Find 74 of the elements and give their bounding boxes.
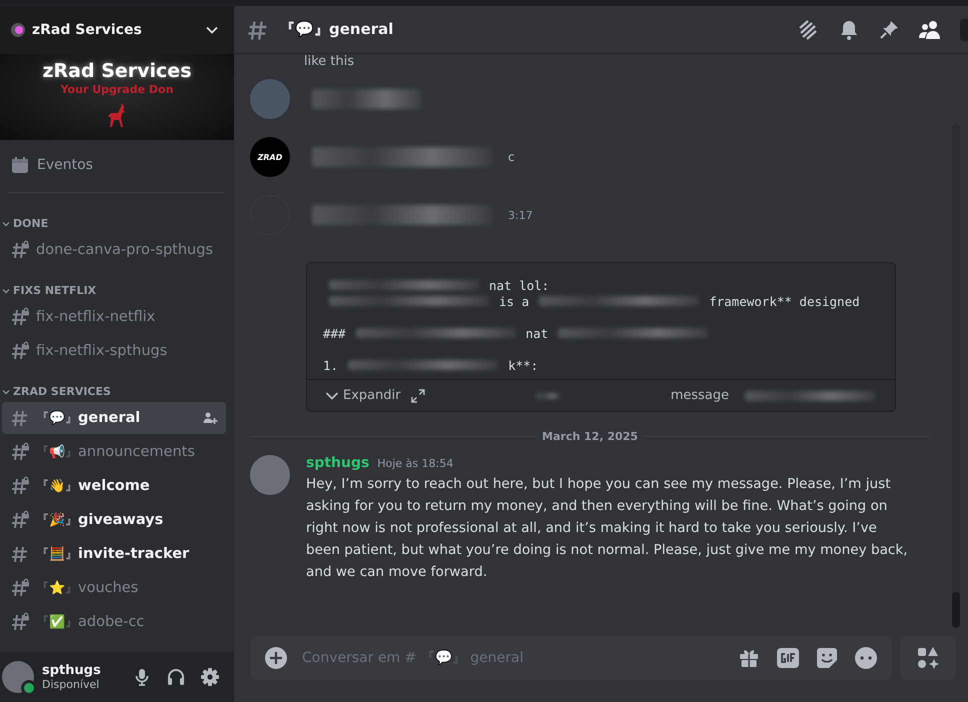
chevron-down-icon bbox=[206, 26, 218, 34]
channel-item[interactable]: 『⭐』vouches bbox=[2, 572, 226, 604]
members-icon[interactable] bbox=[918, 18, 942, 40]
banner-title: zRad Services bbox=[42, 60, 192, 82]
channel-item[interactable]: 『💬』general bbox=[2, 402, 226, 434]
date-divider: March 12, 2025 bbox=[542, 430, 638, 443]
bell-icon[interactable] bbox=[838, 18, 860, 40]
locked-hash-icon bbox=[10, 612, 30, 632]
code-text: nat bbox=[526, 326, 548, 340]
channel-item[interactable]: 『🧮』invite-tracker bbox=[2, 538, 226, 570]
category-header[interactable]: DONE bbox=[0, 201, 234, 234]
channel-item[interactable]: 『✅』adobe-cc bbox=[2, 606, 226, 638]
blurred-content bbox=[536, 392, 560, 398]
channel-title: 『💬』general bbox=[280, 20, 394, 39]
add-member-icon[interactable] bbox=[202, 410, 218, 426]
username: spthugs bbox=[42, 663, 102, 678]
hash-icon bbox=[10, 544, 30, 564]
code-text: k**: bbox=[508, 358, 538, 372]
message-text: Hey, I’m sorry to reach out here, but I hope you can see my message. Please, I’m just asking for you to return my money, and then everything will be fine. What’s going on right now is not professional at all, and it’s making it hard to take you seriously. I’ve been patient, but what you’re doing is not normal. Please, just give me my money back, and we can move forward. bbox=[306, 475, 908, 582]
user-avatar[interactable] bbox=[2, 661, 34, 693]
avatar[interactable] bbox=[250, 455, 290, 495]
message-text: like this bbox=[304, 54, 354, 69]
sticker-icon[interactable] bbox=[816, 647, 838, 669]
code-text: ### bbox=[323, 326, 346, 340]
message-composer[interactable]: Conversar em # 『💬』 general bbox=[250, 636, 892, 680]
channel-item[interactable]: fix-netflix-netflix bbox=[2, 301, 226, 333]
server-icon bbox=[10, 22, 26, 38]
locked-hash-icon bbox=[10, 307, 30, 327]
channel-item[interactable]: done-canva-pro-spthugs bbox=[2, 234, 226, 266]
locked-hash-icon bbox=[10, 510, 30, 530]
logo-text: ZRAD bbox=[258, 152, 282, 162]
server-header[interactable]: zRad Services bbox=[0, 6, 234, 54]
channel-item[interactable]: 『👋』welcome bbox=[2, 470, 226, 502]
user-status: Disponível bbox=[42, 678, 100, 691]
category-header[interactable]: ZRAD SERVICES bbox=[0, 369, 234, 402]
timestamp: Hoje às 18:54 bbox=[377, 457, 454, 470]
chevron-icon bbox=[2, 220, 10, 228]
emoji-icon[interactable] bbox=[854, 646, 878, 670]
logo-avatar[interactable]: ZRAD bbox=[250, 137, 290, 177]
gif-icon[interactable] bbox=[776, 647, 800, 669]
events-item[interactable]: Eventos bbox=[8, 150, 226, 180]
author-name[interactable]: spthugs bbox=[306, 455, 370, 471]
category-header[interactable]: FIXS NETFLIX bbox=[0, 268, 234, 301]
apps-button[interactable] bbox=[900, 636, 956, 680]
code-text: nat lol: bbox=[489, 278, 550, 292]
scrollbar-thumb[interactable] bbox=[952, 592, 960, 628]
channel-item[interactable]: fix-netflix-spthugs bbox=[2, 335, 226, 367]
plus-icon[interactable] bbox=[264, 646, 288, 670]
locked-hash-icon bbox=[10, 240, 30, 260]
pin-icon[interactable] bbox=[878, 18, 900, 40]
message-text: c bbox=[508, 150, 515, 164]
headphones-icon[interactable] bbox=[166, 667, 186, 687]
calendar-icon bbox=[11, 156, 29, 174]
expand-button[interactable]: Expandir bbox=[325, 388, 401, 403]
chevron-icon bbox=[2, 388, 10, 396]
message-input[interactable]: Conversar em # 『💬』 general bbox=[302, 645, 724, 671]
settings-icon[interactable] bbox=[200, 667, 220, 687]
fullscreen-icon[interactable] bbox=[410, 388, 425, 402]
hash-icon bbox=[10, 408, 30, 428]
channel-item[interactable]: 『📢』announcements bbox=[2, 436, 226, 468]
locked-hash-icon bbox=[10, 578, 30, 598]
locked-hash-icon bbox=[10, 442, 30, 462]
chevron-icon bbox=[2, 286, 10, 294]
chevron-down-icon bbox=[325, 390, 339, 400]
code-text: is a bbox=[499, 294, 530, 308]
timestamp: 3:17 bbox=[508, 208, 533, 222]
channel-item[interactable]: 『🎉』giveaways bbox=[2, 504, 226, 536]
apps-icon bbox=[916, 646, 940, 670]
locked-hash-icon bbox=[10, 341, 30, 361]
banner-subtitle: Your Upgrade Don bbox=[60, 83, 174, 96]
locked-hash-icon bbox=[10, 476, 30, 496]
code-text: framework** designed bbox=[709, 294, 860, 308]
code-text: 1. bbox=[323, 358, 338, 372]
file-name: message bbox=[670, 388, 730, 403]
